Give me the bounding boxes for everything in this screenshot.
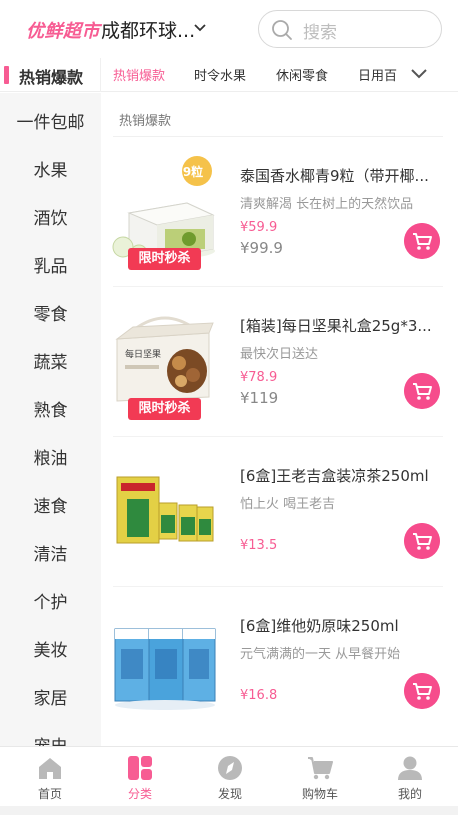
list-item[interactable]: 每日坚果 限时秒杀 [箱装]每日坚果礼盒25g*3... 最快次日送达 ¥78.… [101,287,458,437]
add-to-cart-button[interactable] [404,373,440,409]
nav-label: 购物车 [301,787,338,801]
product-price: ¥78.9 [240,370,278,385]
sidebar-item-vegetables[interactable]: 蔬菜 [0,339,101,387]
nav-discover[interactable]: 发现 [184,747,276,807]
product-list: 热销爆款 9粒 限时秒杀 泰国香水椰青9粒（带开椰... 清爽解渴 长在树上的天… [101,93,458,746]
list-item[interactable]: 9粒 限时秒杀 泰国香水椰青9粒（带开椰... 清爽解渴 长在树上的天然饮品 ¥… [101,137,458,287]
tab-seasonal-fruit[interactable]: 时令水果 [194,65,246,84]
home-icon [39,758,61,779]
current-category-title: 热销爆款 [19,68,84,87]
product-price: ¥13.5 [240,538,278,553]
sidebar-item-cleaning[interactable]: 清洁 [0,531,101,579]
sidebar-item-dairy[interactable]: 乳品 [0,243,101,291]
compass-icon [218,756,242,780]
sidebar-item-personal-care[interactable]: 个护 [0,579,101,627]
sidebar-item-fruit[interactable]: 水果 [0,147,101,195]
product-subtitle: 元气满满的一天 从早餐开始 [240,647,401,662]
add-to-cart-button[interactable] [404,523,440,559]
product-subtitle: 清爽解渴 长在树上的天然饮品 [240,197,414,212]
sidebar-item-makeup[interactable]: 美妆 [0,627,101,675]
current-category-marker [4,66,9,84]
chevron-down-icon[interactable] [193,22,207,34]
nav-category[interactable]: 分类 [94,747,186,807]
sidebar-item-deli[interactable]: 熟食 [0,387,101,435]
cart-icon [308,757,333,780]
chevron-down-icon[interactable] [408,67,430,81]
search-placeholder: 搜索 [303,23,337,43]
bottom-safe-area [0,806,458,815]
box-label: 每日坚果 [125,348,161,360]
nav-cart[interactable]: 购物车 [274,747,366,807]
original-price: ¥119 [240,389,279,407]
add-to-cart-button[interactable] [404,223,440,259]
sidebar-item-free-shipping[interactable]: 一件包邮 [0,99,101,147]
product-price: ¥59.9 [240,220,278,235]
list-item[interactable]: [6盒]维他奶原味250ml 元气满满的一天 从早餐开始 ¥16.8 [101,587,458,737]
add-to-cart-button[interactable] [404,673,440,709]
sidebar-item-grain-oil[interactable]: 粮油 [0,435,101,483]
tab-scroller: 热销爆款 时令水果 休闲零食 日用百 [101,58,401,92]
product-name[interactable]: 泰国香水椰青9粒（带开椰... [240,165,445,186]
section-title: 热销爆款 [119,114,172,129]
sidebar-item-pet[interactable]: 宠史 [0,723,101,746]
tab-snacks[interactable]: 休闲零食 [276,65,328,84]
product-price: ¥16.8 [240,688,278,703]
product-subtitle: 最快次日送达 [240,347,319,362]
category-tabbar: 热销爆款 热销爆款 时令水果 休闲零食 日用百 [0,58,458,92]
search-icon [272,20,292,40]
nav-label: 首页 [37,787,62,801]
city-selector[interactable]: 成都环球... [101,16,195,43]
category-sidebar: 一件包邮 水果 酒饮 乳品 零食 蔬菜 熟食 粮油 速食 清洁 个护 美妆 家居… [0,93,101,746]
product-name[interactable]: [6盒]维他奶原味250ml [240,615,445,636]
tab-hot[interactable]: 热销爆款 [113,65,165,84]
product-image[interactable] [109,605,221,717]
flash-sale-badge: 限时秒杀 [128,398,201,420]
app-header: 优鲜超市 成都环球... 搜索 [0,0,458,58]
product-name[interactable]: [箱装]每日坚果礼盒25g*3... [240,315,445,336]
bottom-nav: 首页 分类 发现 购物车 我的 [0,746,458,806]
nav-label: 发现 [217,787,242,801]
nav-label: 分类 [127,787,152,801]
nav-label: 我的 [397,787,422,801]
product-name[interactable]: [6盒]王老吉盒装凉茶250ml [240,465,445,486]
nav-home[interactable]: 首页 [4,747,96,807]
nav-profile[interactable]: 我的 [364,747,456,807]
sidebar-item-instant-food[interactable]: 速食 [0,483,101,531]
sidebar-item-drinks[interactable]: 酒饮 [0,195,101,243]
product-subtitle: 怕上火 喝王老吉 [240,497,336,512]
category-icon [128,756,152,780]
list-item[interactable]: [6盒]王老吉盒装凉茶250ml 怕上火 喝王老吉 ¥13.5 [101,437,458,587]
pack-label: 9粒 [183,164,203,179]
original-price: ¥99.9 [240,239,283,257]
product-image[interactable] [109,455,221,567]
tab-daily-goods[interactable]: 日用百 [358,65,397,84]
sidebar-item-snacks[interactable]: 零食 [0,291,101,339]
user-icon [398,756,422,780]
sidebar-item-home[interactable]: 家居 [0,675,101,723]
flash-sale-badge: 限时秒杀 [128,248,201,270]
search-input[interactable]: 搜索 [258,10,442,48]
brand-logo[interactable]: 优鲜超市 [26,17,100,43]
